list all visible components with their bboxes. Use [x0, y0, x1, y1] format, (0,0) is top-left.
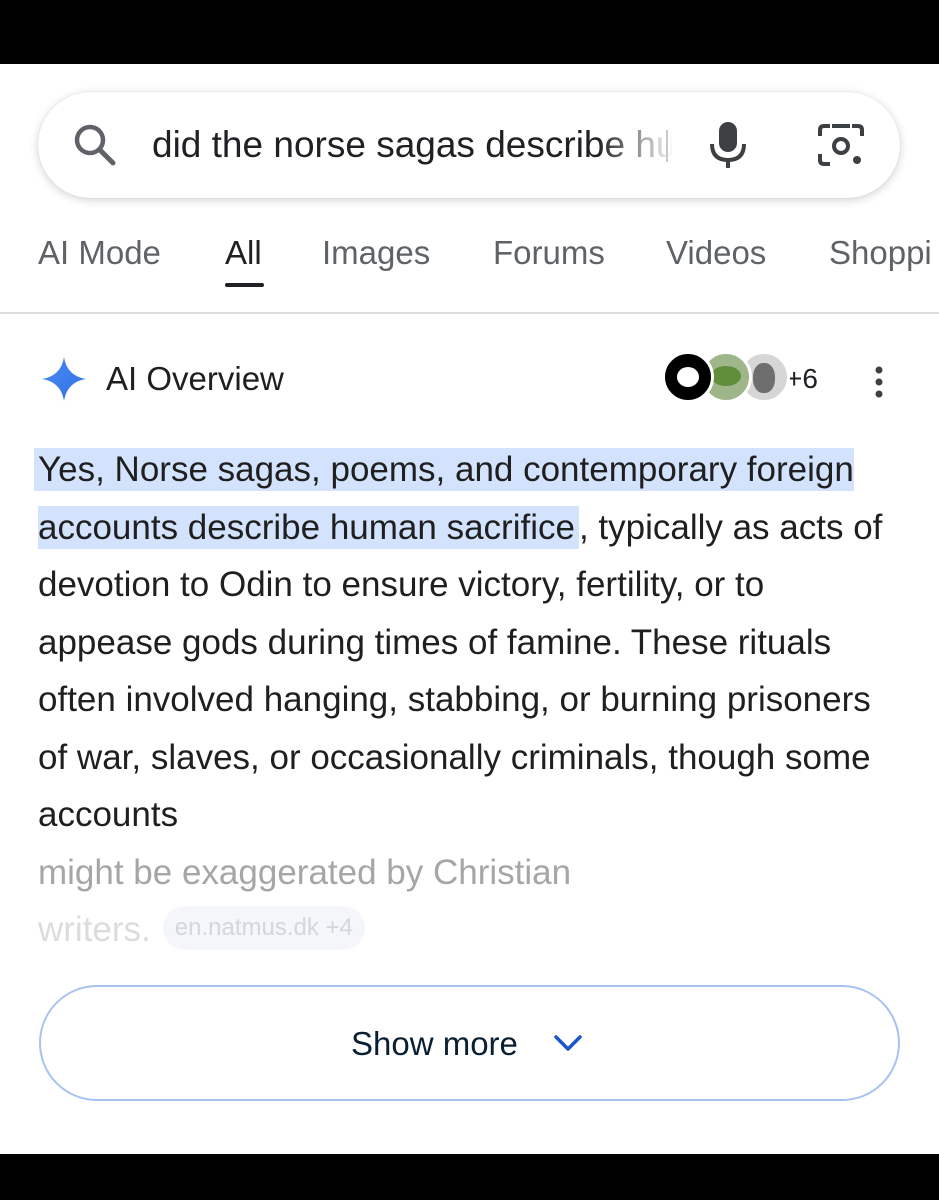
source-avatar[interactable]: [662, 351, 714, 403]
tab-forums[interactable]: Forums: [493, 231, 605, 275]
text-caret: [666, 130, 668, 162]
more-options-icon[interactable]: [866, 362, 892, 402]
tab-images[interactable]: Images: [322, 231, 430, 275]
chevron-down-icon: [554, 1035, 582, 1051]
search-icon[interactable]: [72, 122, 118, 168]
source-link-label: en.natmus.dk +4: [174, 914, 353, 941]
tab-ai-mode[interactable]: AI Mode: [38, 231, 161, 275]
sources-count[interactable]: +6: [786, 361, 818, 397]
tab-shopping[interactable]: Shoppi: [829, 231, 932, 275]
lens-icon[interactable]: [816, 122, 866, 168]
show-more-label: Show more: [351, 1025, 518, 1062]
search-input-fade: [598, 112, 688, 178]
source-avatars[interactable]: [662, 351, 790, 407]
show-more-button[interactable]: Show more: [39, 985, 900, 1101]
active-tab-indicator: [225, 283, 264, 287]
status-bar: [0, 0, 939, 64]
tabs-divider: [0, 312, 939, 314]
search-input[interactable]: did the norse sagas describe human sacri…: [152, 119, 672, 171]
search-bar[interactable]: did the norse sagas describe human sacri…: [38, 92, 900, 198]
ai-overview-title: AI Overview: [106, 360, 284, 397]
mic-icon[interactable]: [706, 120, 750, 170]
source-link-chip[interactable]: en.natmus.dk +4: [162, 906, 365, 950]
overview-faded-line: writers.: [38, 910, 151, 949]
ai-overview-text: Yes, Norse sagas, poems, and contemporar…: [34, 441, 898, 959]
bottom-bar: [0, 1154, 939, 1200]
overview-faded-line: might be exaggerated by Christian: [38, 852, 572, 892]
tab-all[interactable]: All: [225, 231, 262, 275]
search-results-page: did the norse sagas describe human sacri…: [0, 64, 939, 1154]
tab-videos[interactable]: Videos: [666, 231, 766, 275]
overview-body: , typically as acts of devotion to Odin …: [38, 507, 883, 835]
sparkle-icon: [42, 357, 86, 401]
